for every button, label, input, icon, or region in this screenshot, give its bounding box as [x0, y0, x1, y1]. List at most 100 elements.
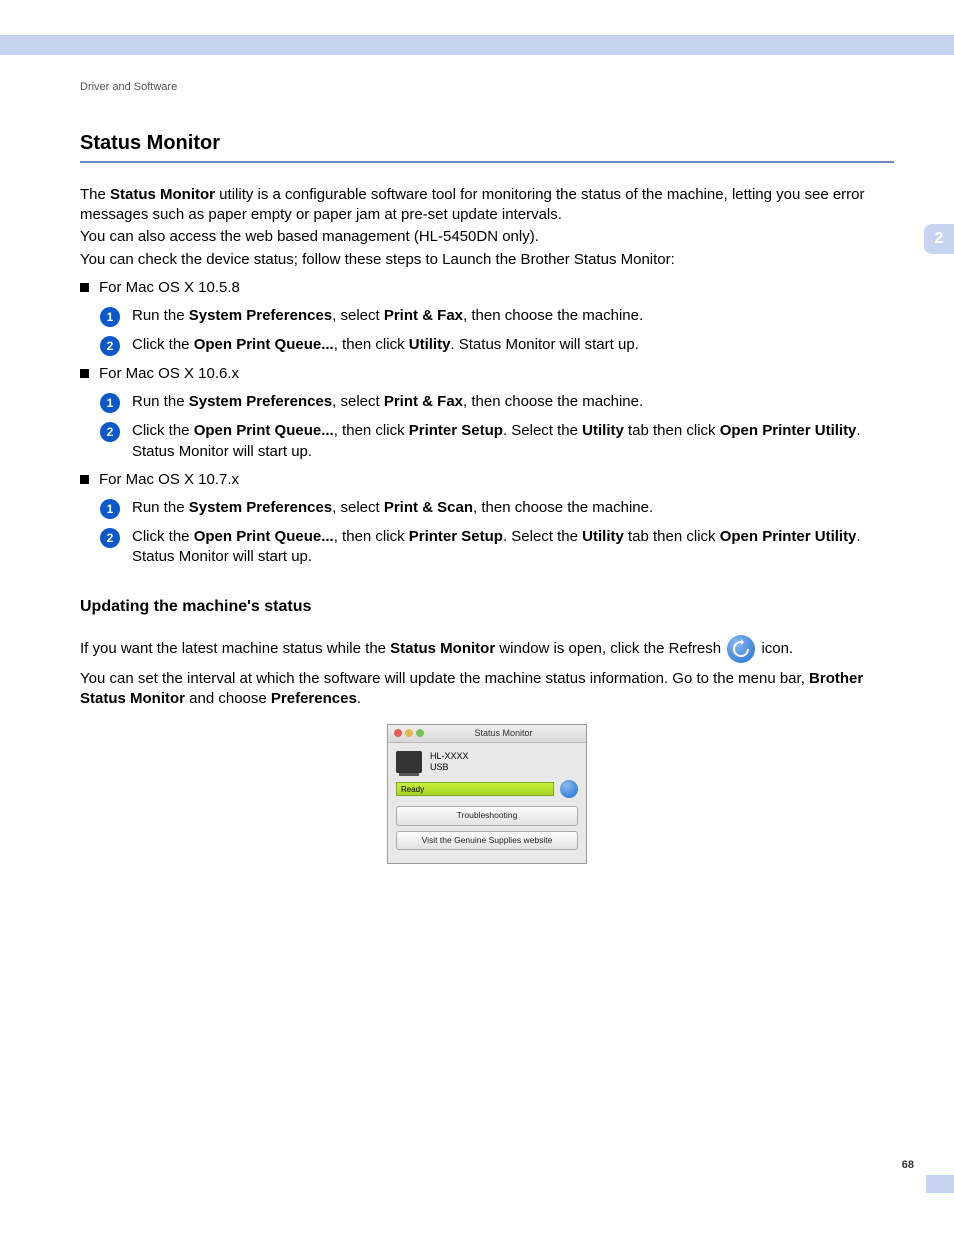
t: Open Print Queue... — [194, 528, 334, 545]
t: Open Printer Utility — [720, 422, 857, 439]
t: Utility — [582, 422, 624, 439]
t: System Preferences — [189, 499, 332, 516]
zoom-icon[interactable] — [416, 729, 424, 737]
step-text: Run the System Preferences, select Print… — [132, 498, 894, 518]
status-row: Ready — [396, 780, 578, 798]
bottom-accent-tab — [926, 1175, 954, 1193]
step-1058-2: 2 Click the Open Print Queue..., then cl… — [100, 335, 894, 356]
step-106-1: 1 Run the System Preferences, select Pri… — [100, 392, 894, 413]
t: , then click — [334, 336, 409, 353]
page-number: 68 — [902, 1158, 914, 1173]
t: window is open, click the Refresh — [495, 640, 725, 657]
step-107-2: 2 Click the Open Print Queue..., then cl… — [100, 527, 894, 568]
dialog-titlebar: Status Monitor — [388, 725, 586, 743]
text: The — [80, 186, 110, 203]
step-number-icon: 1 — [100, 393, 120, 413]
supplies-website-button[interactable]: Visit the Genuine Supplies website — [396, 831, 578, 850]
t: , select — [332, 393, 384, 410]
t: Print & Fax — [384, 307, 463, 324]
square-bullet-icon — [80, 475, 89, 484]
step-text: Click the Open Print Queue..., then clic… — [132, 421, 894, 462]
t: , then click — [334, 422, 409, 439]
printer-model: HL-XXXX — [430, 751, 469, 763]
bullet-label: For Mac OS X 10.5.8 — [99, 278, 240, 298]
t: , then click — [334, 528, 409, 545]
intro-paragraph-2: You can also access the web based manage… — [80, 227, 894, 247]
t: , then choose the machine. — [463, 307, 643, 324]
t: tab then click — [624, 528, 720, 545]
step-text: Click the Open Print Queue..., then clic… — [132, 527, 894, 568]
printer-info: HL-XXXX USB — [430, 751, 469, 774]
title-underline — [80, 161, 894, 163]
t: Click the — [132, 528, 194, 545]
refresh-icon — [727, 635, 755, 663]
t: Print & Scan — [384, 499, 473, 516]
t: , select — [332, 499, 384, 516]
printer-info-row: HL-XXXX USB — [396, 751, 578, 774]
t: Open Print Queue... — [194, 422, 334, 439]
t: Open Print Queue... — [194, 336, 334, 353]
printer-icon — [396, 751, 422, 773]
update-paragraph-2: You can set the interval at which the so… — [80, 669, 894, 710]
step-number-icon: 1 — [100, 499, 120, 519]
t: If you want the latest machine status wh… — [80, 640, 390, 657]
intro-paragraph-3: You can check the device status; follow … — [80, 250, 894, 270]
t: Click the — [132, 422, 194, 439]
t: . — [357, 690, 361, 707]
step-number-icon: 1 — [100, 307, 120, 327]
close-icon[interactable] — [394, 729, 402, 737]
t: Status Monitor — [390, 640, 495, 657]
bullet-os-107: For Mac OS X 10.7.x — [80, 470, 894, 490]
t: . Select the — [503, 422, 582, 439]
step-106-2: 2 Click the Open Print Queue..., then cl… — [100, 421, 894, 462]
t: Run the — [132, 499, 189, 516]
t: , then choose the machine. — [463, 393, 643, 410]
top-accent-bar — [0, 35, 954, 55]
t: You can set the interval at which the so… — [80, 670, 809, 687]
page-title: Status Monitor — [80, 130, 894, 157]
step-1058-1: 1 Run the System Preferences, select Pri… — [100, 306, 894, 327]
t: System Preferences — [189, 393, 332, 410]
status-badge: Ready — [396, 782, 554, 796]
step-text: Run the System Preferences, select Print… — [132, 306, 894, 326]
t: Utility — [582, 528, 624, 545]
step-number-icon: 2 — [100, 336, 120, 356]
bullet-label: For Mac OS X 10.6.x — [99, 364, 239, 384]
t: Printer Setup — [409, 528, 503, 545]
t: icon. — [761, 640, 793, 657]
update-paragraph-1: If you want the latest machine status wh… — [80, 635, 894, 663]
step-number-icon: 2 — [100, 422, 120, 442]
t: Printer Setup — [409, 422, 503, 439]
text-bold: Status Monitor — [110, 186, 215, 203]
status-monitor-dialog: Status Monitor HL-XXXX USB Ready Trouble… — [387, 724, 587, 864]
bullet-label: For Mac OS X 10.7.x — [99, 470, 239, 490]
t: Run the — [132, 307, 189, 324]
dialog-title: Status Monitor — [427, 727, 580, 739]
breadcrumb: Driver and Software — [80, 80, 894, 95]
step-text: Run the System Preferences, select Print… — [132, 392, 894, 412]
step-number-icon: 2 — [100, 528, 120, 548]
t: System Preferences — [189, 307, 332, 324]
t: , then choose the machine. — [473, 499, 653, 516]
bullet-os-1058: For Mac OS X 10.5.8 — [80, 278, 894, 298]
t: Click the — [132, 336, 194, 353]
chapter-tab: 2 — [924, 224, 954, 254]
printer-connection: USB — [430, 762, 469, 774]
intro-paragraph-1: The Status Monitor utility is a configur… — [80, 185, 894, 226]
troubleshooting-button[interactable]: Troubleshooting — [396, 806, 578, 825]
step-text: Click the Open Print Queue..., then clic… — [132, 335, 894, 355]
t: tab then click — [624, 422, 720, 439]
square-bullet-icon — [80, 369, 89, 378]
t: Preferences — [271, 690, 357, 707]
t: . Status Monitor will start up. — [450, 336, 638, 353]
t: . Select the — [503, 528, 582, 545]
dialog-body: HL-XXXX USB Ready Troubleshooting Visit … — [388, 743, 586, 863]
minimize-icon[interactable] — [405, 729, 413, 737]
page-content: Driver and Software Status Monitor The S… — [80, 80, 894, 864]
refresh-button[interactable] — [560, 780, 578, 798]
subheading-updating: Updating the machine's status — [80, 596, 894, 618]
t: , select — [332, 307, 384, 324]
square-bullet-icon — [80, 283, 89, 292]
bullet-os-106: For Mac OS X 10.6.x — [80, 364, 894, 384]
t: Run the — [132, 393, 189, 410]
